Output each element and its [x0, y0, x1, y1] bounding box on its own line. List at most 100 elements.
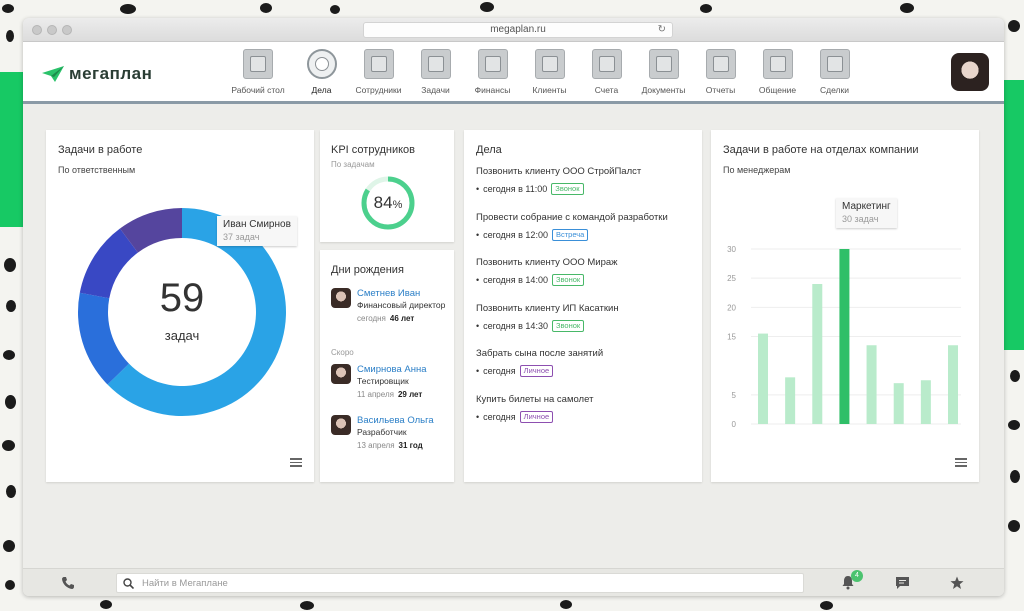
birthday-person[interactable]: Сметнев Иван Финансовый директор сегодня… [331, 288, 445, 323]
person-avatar [331, 288, 351, 308]
deal-item[interactable]: Позвонить клиенту ООО СтройПалст • сегодня… [476, 166, 701, 195]
nav-label: Отчеты [705, 85, 736, 95]
briefcase-icon [819, 49, 850, 79]
birthday-person[interactable]: Смирнова Анна Тестировщик 11 апреля 29 ле… [331, 364, 427, 399]
reload-icon[interactable]: ↻ [658, 23, 666, 37]
person-birthday: 13 апреля 31 год [357, 441, 437, 450]
birthday-date: сегодня [357, 314, 386, 323]
star-icon[interactable] [950, 576, 964, 590]
birthday-date: 11 апреля [357, 390, 394, 399]
person-birthday: сегодня 46 лет [357, 314, 445, 323]
bar[interactable] [758, 333, 768, 424]
deal-type-badge: Звонок [551, 183, 584, 195]
notifications-button[interactable]: 4 [841, 570, 863, 595]
y-tick-label: 20 [727, 303, 736, 312]
tasks-card-subtitle: По ответственным [58, 165, 136, 175]
bar-tooltip-name: Маркетинг [842, 201, 891, 212]
close-window-button[interactable] [32, 25, 42, 35]
nav-item[interactable]: Счета [578, 46, 635, 95]
bar[interactable] [920, 380, 931, 424]
nav-item[interactable]: Документы [635, 46, 692, 95]
bottom-bar: 4 [23, 568, 1004, 596]
y-tick-label: 5 [732, 391, 737, 400]
nav-item[interactable]: Задачи [407, 46, 464, 95]
nav-label: Клиенты [532, 85, 567, 95]
nav-label: Задачи [421, 85, 450, 95]
bar[interactable] [812, 284, 823, 424]
nav-item[interactable]: Финансы [464, 46, 521, 95]
deal-title[interactable]: Позвонить клиенту ООО СтройПалст [476, 166, 701, 178]
deal-title[interactable]: Позвонить клиенту ИП Касаткин [476, 303, 701, 315]
search-input[interactable] [142, 577, 742, 589]
bullet-icon: • [476, 275, 480, 285]
nav-item[interactable]: Сотрудники [350, 46, 407, 95]
person-birthday: 11 апреля 29 лет [357, 390, 427, 399]
kpi-unit: % [392, 199, 403, 211]
user-avatar[interactable] [951, 53, 989, 91]
search-icon [123, 577, 134, 589]
nav-label: Сотрудники [355, 85, 402, 95]
deal-title[interactable]: Провести собрание с командой разработки [476, 212, 701, 224]
y-tick-label: 0 [732, 420, 737, 429]
folder-icon [648, 49, 679, 79]
address-bar[interactable]: megaplan.ru ↻ [363, 22, 673, 38]
nav-item[interactable]: Дела [293, 46, 350, 95]
person-name[interactable]: Смирнова Анна [357, 364, 427, 375]
bar[interactable] [893, 383, 904, 424]
deal-details: • сегодня в 14:00 Звонок [476, 274, 701, 286]
departments-card: Задачи в работе на отделах компании По м… [711, 130, 979, 482]
nav-item[interactable]: Сделки [806, 46, 863, 95]
deal-type-badge: Звонок [551, 319, 585, 332]
list-view-icon[interactable] [955, 458, 967, 468]
deal-details: • сегодня Личное [476, 365, 701, 377]
bar[interactable] [948, 345, 958, 424]
list-view-icon[interactable] [290, 458, 302, 468]
deal-type-badge: Встреча [551, 228, 589, 241]
person-name[interactable]: Сметнев Иван [357, 288, 445, 299]
nav-label: Рабочий стол [231, 85, 285, 95]
bar[interactable] [839, 249, 850, 424]
dashboard-icon [243, 49, 273, 79]
search-field[interactable] [116, 573, 804, 593]
app-header: мегаплан Рабочий стол Дела Сотрудники Задач… [23, 42, 1004, 104]
person-name[interactable]: Васильева Ольга [357, 415, 437, 426]
deal-type-badge: Личное [519, 365, 554, 377]
maximize-window-button[interactable] [62, 25, 72, 35]
clock-icon [306, 49, 337, 79]
departments-card-subtitle: По менеджерам [723, 165, 791, 175]
deal-item[interactable]: Провести собрание с командой разработки •… [476, 212, 701, 241]
deal-title[interactable]: Позвонить клиенту ООО Мираж [476, 257, 701, 269]
nav-item[interactable]: Отчеты [692, 46, 749, 95]
deal-title[interactable]: Купить билеты на самолет [476, 394, 701, 406]
deal-when: сегодня [483, 411, 516, 422]
bar[interactable] [866, 345, 877, 424]
deal-item[interactable]: Купить билеты на самолет • сегодня Личное [476, 394, 701, 423]
app-logo[interactable]: мегаплан [41, 64, 152, 84]
birthday-person[interactable]: Васильева Ольга Разработчик 13 апреля 31 … [331, 415, 437, 450]
notifications-badge: 4 [851, 570, 863, 582]
nav-item[interactable]: Рабочий стол [223, 46, 293, 95]
y-tick-label: 30 [727, 245, 736, 254]
minimize-window-button[interactable] [47, 25, 57, 35]
nav-item[interactable]: Общение [749, 46, 806, 95]
deal-item[interactable]: Позвонить клиенту ИП Касаткин • сегодня в … [476, 303, 701, 332]
phone-icon[interactable] [61, 576, 75, 590]
main-navigation: Рабочий стол Дела Сотрудники Задачи Финансы К… [223, 46, 863, 95]
nav-item[interactable]: Клиенты [521, 46, 578, 95]
nav-label: Финансы [474, 85, 511, 95]
deal-item[interactable]: Позвонить клиенту ООО Мираж • сегодня в 14… [476, 257, 701, 286]
deal-title[interactable]: Забрать сына после занятий [476, 348, 701, 360]
chat-icon[interactable] [895, 576, 910, 590]
bar-tooltip-value: 30 задач [842, 214, 879, 224]
clipboard-icon [420, 49, 451, 79]
deal-item[interactable]: Забрать сына после занятий • сегодня Личное [476, 348, 701, 377]
deals-card-title: Дела [476, 144, 502, 156]
birthday-age: 29 лет [397, 390, 423, 399]
kpi-card-title: KPI сотрудников [331, 144, 415, 156]
deal-type-badge: Звонок [551, 274, 585, 286]
bar[interactable] [785, 377, 796, 424]
nav-label: Документы [641, 85, 686, 95]
person-role: Разработчик [357, 427, 407, 437]
bullet-icon: • [476, 411, 480, 422]
chart-icon [705, 49, 736, 79]
